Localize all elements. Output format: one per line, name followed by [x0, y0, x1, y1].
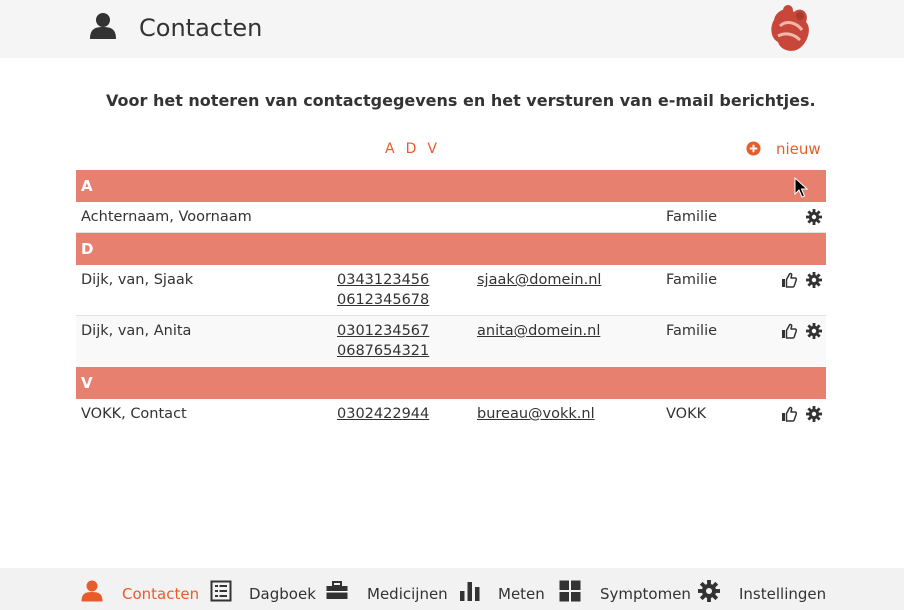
user-icon [90, 13, 116, 39]
thumbs-up-icon[interactable] [781, 323, 797, 339]
letter-link-d[interactable]: D [406, 141, 417, 157]
nav-symptomen[interactable]: Symptomen [559, 568, 691, 610]
gear-icon [698, 580, 720, 602]
app-header: Contacten [0, 0, 904, 58]
phone-link[interactable]: 0687654321 [337, 341, 429, 361]
phone-link[interactable]: 0343123456 [337, 270, 429, 290]
bar-chart-icon [460, 582, 480, 601]
nav-label: Instellingen [739, 585, 827, 603]
new-contact-label: nieuw [776, 140, 821, 158]
contact-group: Familie [666, 272, 718, 288]
nav-contacten[interactable]: Contacten [81, 568, 199, 610]
nav-label: Medicijnen [367, 585, 448, 603]
app-logo[interactable] [766, 2, 814, 54]
contact-name: Dijk, van, Sjaak [81, 272, 194, 288]
group-header-a: A [76, 170, 826, 202]
phone-link[interactable]: 0612345678 [337, 290, 429, 310]
grid-icon [559, 580, 581, 602]
gear-icon[interactable] [806, 323, 822, 339]
intro-text: Voor het noteren van contactgegevens en … [106, 91, 816, 110]
thumbs-up-icon[interactable] [781, 406, 797, 422]
plus-circle-icon [746, 141, 761, 156]
nav-label: Dagboek [249, 585, 316, 603]
nav-dagboek[interactable]: Dagboek [210, 568, 316, 610]
gear-icon[interactable] [806, 272, 822, 288]
contact-phones: 0343123456 0612345678 [337, 270, 429, 310]
page-title: Contacten [139, 14, 263, 42]
thumbs-up-icon[interactable] [781, 272, 797, 288]
nav-label: Contacten [122, 585, 200, 603]
contact-row[interactable]: Dijk, van, Anita 0301234567 0687654321 a… [76, 316, 826, 367]
contact-row[interactable]: VOKK, Contact 0302422944 bureau@vokk.nl … [76, 399, 826, 430]
contact-name: VOKK, Contact [81, 406, 187, 422]
phone-link[interactable]: 0302422944 [337, 404, 429, 424]
contacts-table: A Achternaam, Voornaam Familie D Dijk, v… [76, 170, 826, 430]
contact-group: Familie [666, 323, 718, 339]
nav-medicijnen[interactable]: Medicijnen [326, 568, 448, 610]
nav-label: Meten [498, 585, 545, 603]
list-icon [210, 580, 232, 602]
letter-link-v[interactable]: V [427, 141, 437, 157]
email-link[interactable]: bureau@vokk.nl [477, 404, 595, 424]
gear-icon[interactable] [806, 406, 822, 422]
group-header-v: V [76, 367, 826, 399]
user-icon [81, 580, 103, 602]
contact-group: VOKK [666, 406, 707, 422]
email-link[interactable]: sjaak@domein.nl [477, 270, 601, 290]
contact-group: Familie [666, 209, 718, 225]
contact-phones: 0301234567 0687654321 [337, 321, 429, 361]
mouse-cursor-icon [794, 177, 808, 198]
contact-name: Achternaam, Voornaam [81, 209, 252, 225]
phone-link[interactable]: 0301234567 [337, 321, 429, 341]
group-header-d: D [76, 233, 826, 265]
email-link[interactable]: anita@domein.nl [477, 321, 600, 341]
contact-phones: 0302422944 [337, 404, 429, 424]
briefcase-icon [326, 581, 348, 599]
nav-meten[interactable]: Meten [459, 568, 545, 610]
nav-instellingen[interactable]: Instellingen [698, 568, 826, 610]
bottom-nav: Contacten Dagboek Medicijnen Meten Sympt… [0, 568, 904, 610]
contact-row[interactable]: Dijk, van, Sjaak 0343123456 0612345678 s… [76, 265, 826, 316]
letter-index: ADV [385, 140, 448, 158]
nav-label: Symptomen [600, 585, 691, 603]
letter-link-a[interactable]: A [385, 141, 395, 157]
contact-name: Dijk, van, Anita [81, 323, 192, 339]
gear-icon[interactable] [806, 209, 822, 225]
contact-row[interactable]: Achternaam, Voornaam Familie [76, 202, 826, 233]
